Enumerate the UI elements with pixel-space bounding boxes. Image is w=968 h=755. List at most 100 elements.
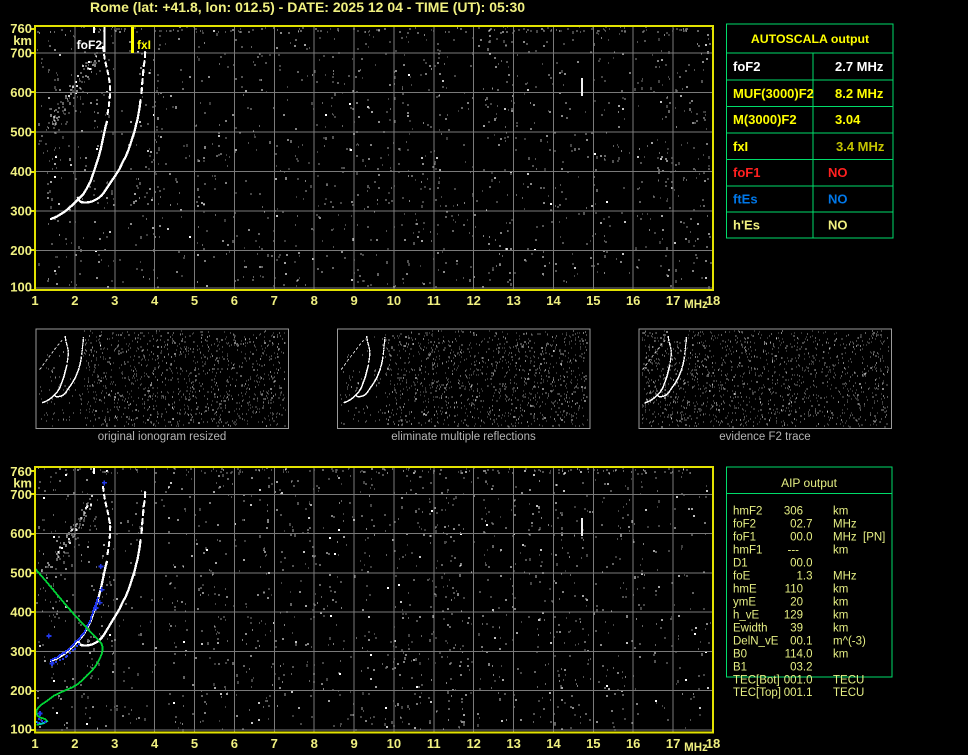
svg-text:5: 5 [191, 736, 198, 751]
svg-text:D1: D1 [733, 557, 748, 569]
svg-text:300: 300 [10, 204, 32, 219]
svg-text:fxI: fxI [137, 38, 151, 52]
svg-text:AUTOSCALA output: AUTOSCALA output [751, 32, 869, 46]
svg-text:13: 13 [506, 736, 520, 751]
svg-text:9: 9 [350, 736, 357, 751]
svg-text:11: 11 [427, 293, 441, 308]
svg-text:500: 500 [10, 565, 32, 580]
svg-text:2: 2 [71, 293, 78, 308]
svg-text:km: km [833, 544, 848, 556]
svg-text:3.04: 3.04 [835, 112, 861, 127]
svg-text:TEC[Bot]: TEC[Bot] [733, 674, 780, 686]
svg-text:8: 8 [311, 736, 318, 751]
svg-text:18: 18 [706, 293, 720, 308]
svg-text:00.0: 00.0 [790, 557, 812, 569]
svg-text:6: 6 [231, 293, 238, 308]
svg-text:4: 4 [151, 736, 159, 751]
svg-text:TECU: TECU [833, 674, 864, 686]
svg-text:MHz: MHz [684, 742, 708, 754]
svg-text:00.1: 00.1 [790, 635, 812, 647]
svg-text:MHz: MHz [833, 531, 857, 543]
svg-text:Ewidth: Ewidth [733, 622, 768, 634]
svg-text:m^(-3): m^(-3) [833, 635, 866, 647]
svg-text:39: 39 [790, 622, 803, 634]
svg-text:02.7: 02.7 [790, 518, 812, 530]
svg-text:B0: B0 [733, 648, 747, 660]
svg-text:110: 110 [785, 583, 803, 595]
svg-text:15: 15 [586, 736, 600, 751]
svg-text:NO: NO [828, 165, 848, 180]
svg-text:700: 700 [10, 487, 32, 502]
svg-text:foF1: foF1 [733, 531, 756, 543]
svg-text:MUF(3000)F2: MUF(3000)F2 [733, 86, 814, 101]
svg-text:15: 15 [586, 293, 600, 308]
svg-text:ymE: ymE [733, 596, 756, 608]
svg-text:03.2: 03.2 [790, 661, 812, 673]
svg-text:8: 8 [311, 293, 318, 308]
svg-text:400: 400 [10, 605, 32, 620]
svg-text:---: --- [788, 544, 800, 556]
svg-text:20: 20 [790, 596, 803, 608]
svg-text:400: 400 [10, 164, 32, 179]
svg-text:foF2: foF2 [733, 518, 756, 530]
svg-text:foF1: foF1 [733, 165, 760, 180]
svg-text:17: 17 [666, 736, 680, 751]
svg-text:km: km [833, 622, 848, 634]
svg-text:16: 16 [626, 293, 640, 308]
svg-text:14: 14 [546, 293, 561, 308]
svg-text:TECU: TECU [833, 687, 864, 699]
svg-text:600: 600 [10, 85, 32, 100]
svg-text:12: 12 [466, 736, 480, 751]
svg-text:1: 1 [31, 736, 38, 751]
svg-text:foF2: foF2 [733, 59, 760, 74]
svg-text:2: 2 [71, 736, 78, 751]
svg-text:km: km [833, 609, 848, 621]
svg-text:300: 300 [10, 644, 32, 659]
svg-text:6: 6 [231, 736, 238, 751]
svg-text:B1: B1 [733, 661, 747, 673]
svg-text:eliminate multiple reflections: eliminate multiple reflections [391, 431, 536, 443]
svg-text:hmE: hmE [733, 583, 757, 595]
svg-text:3.4 MHz: 3.4 MHz [836, 139, 885, 154]
svg-text:001.0: 001.0 [784, 674, 813, 686]
svg-text:3: 3 [111, 736, 118, 751]
svg-text:foF2: foF2 [77, 38, 103, 52]
svg-text:10: 10 [387, 293, 401, 308]
svg-text:3: 3 [111, 293, 118, 308]
svg-text:5: 5 [191, 293, 198, 308]
svg-text:11: 11 [427, 736, 441, 751]
svg-text:MHz: MHz [833, 570, 857, 582]
svg-text:Rome (lat: +41.8, lon: 012.5): Rome (lat: +41.8, lon: 012.5) - DATE: 20… [90, 0, 525, 15]
svg-text:1.3: 1.3 [797, 570, 813, 582]
svg-text:7: 7 [271, 736, 278, 751]
svg-text:M(3000)F2: M(3000)F2 [733, 112, 797, 127]
svg-text:km: km [833, 648, 848, 660]
svg-text:600: 600 [10, 526, 32, 541]
svg-text:306: 306 [784, 505, 803, 517]
svg-text:MHz: MHz [684, 299, 708, 311]
svg-text:h_vE: h_vE [733, 609, 760, 621]
svg-text:km: km [833, 505, 848, 517]
svg-text:16: 16 [626, 736, 640, 751]
svg-text:foE: foE [733, 570, 751, 582]
svg-text:8.2 MHz: 8.2 MHz [835, 86, 884, 101]
svg-text:200: 200 [10, 683, 32, 698]
svg-text:7: 7 [271, 293, 278, 308]
svg-text:14: 14 [546, 736, 561, 751]
svg-text:km: km [833, 596, 848, 608]
svg-text:13: 13 [506, 293, 520, 308]
svg-text:12: 12 [466, 293, 480, 308]
svg-text:001.1: 001.1 [784, 687, 813, 699]
svg-text:100: 100 [10, 280, 32, 295]
svg-text:km: km [833, 583, 848, 595]
svg-text:9: 9 [350, 293, 357, 308]
svg-text:200: 200 [10, 243, 32, 258]
svg-text:18: 18 [706, 736, 720, 751]
svg-text:500: 500 [10, 125, 32, 140]
svg-text:129: 129 [784, 609, 803, 621]
svg-text:DelN_vE: DelN_vE [733, 635, 779, 647]
svg-text:fxI: fxI [733, 139, 748, 154]
svg-text:hmF1: hmF1 [733, 544, 762, 556]
svg-text:100: 100 [10, 722, 32, 737]
svg-text:00.0: 00.0 [790, 531, 812, 543]
